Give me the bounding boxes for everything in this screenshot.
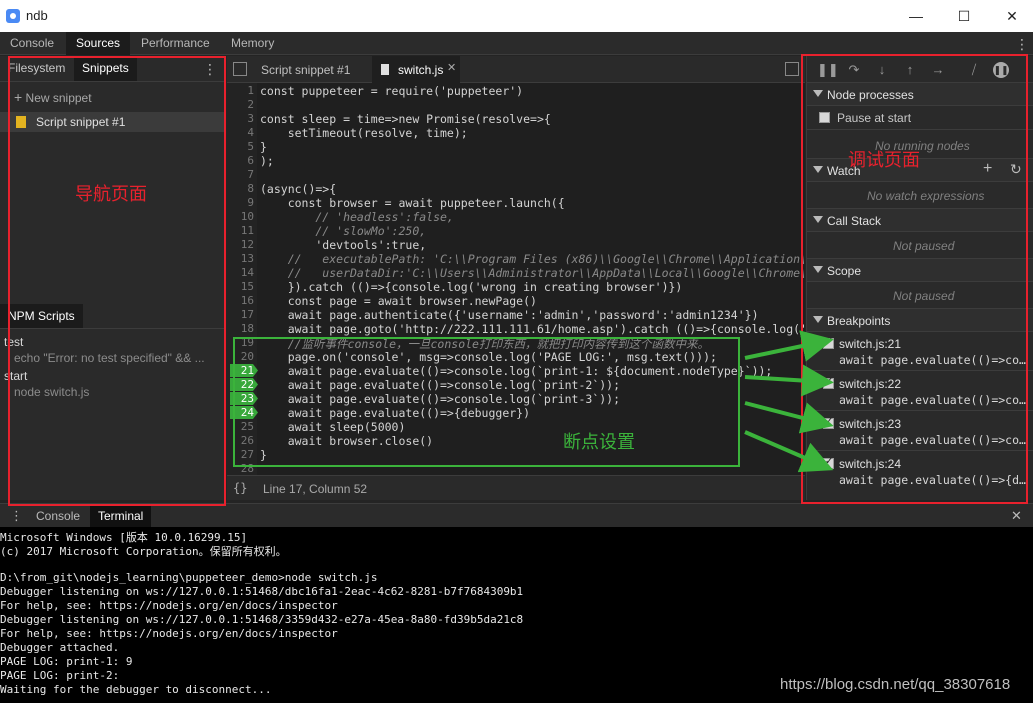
arrow (744, 430, 834, 473)
annotation-arrows (744, 330, 834, 473)
arrow (744, 364, 834, 397)
watermark: https://blog.csdn.net/qq_38307618 (780, 676, 1011, 693)
arrow (744, 330, 834, 362)
arrow (744, 401, 834, 434)
